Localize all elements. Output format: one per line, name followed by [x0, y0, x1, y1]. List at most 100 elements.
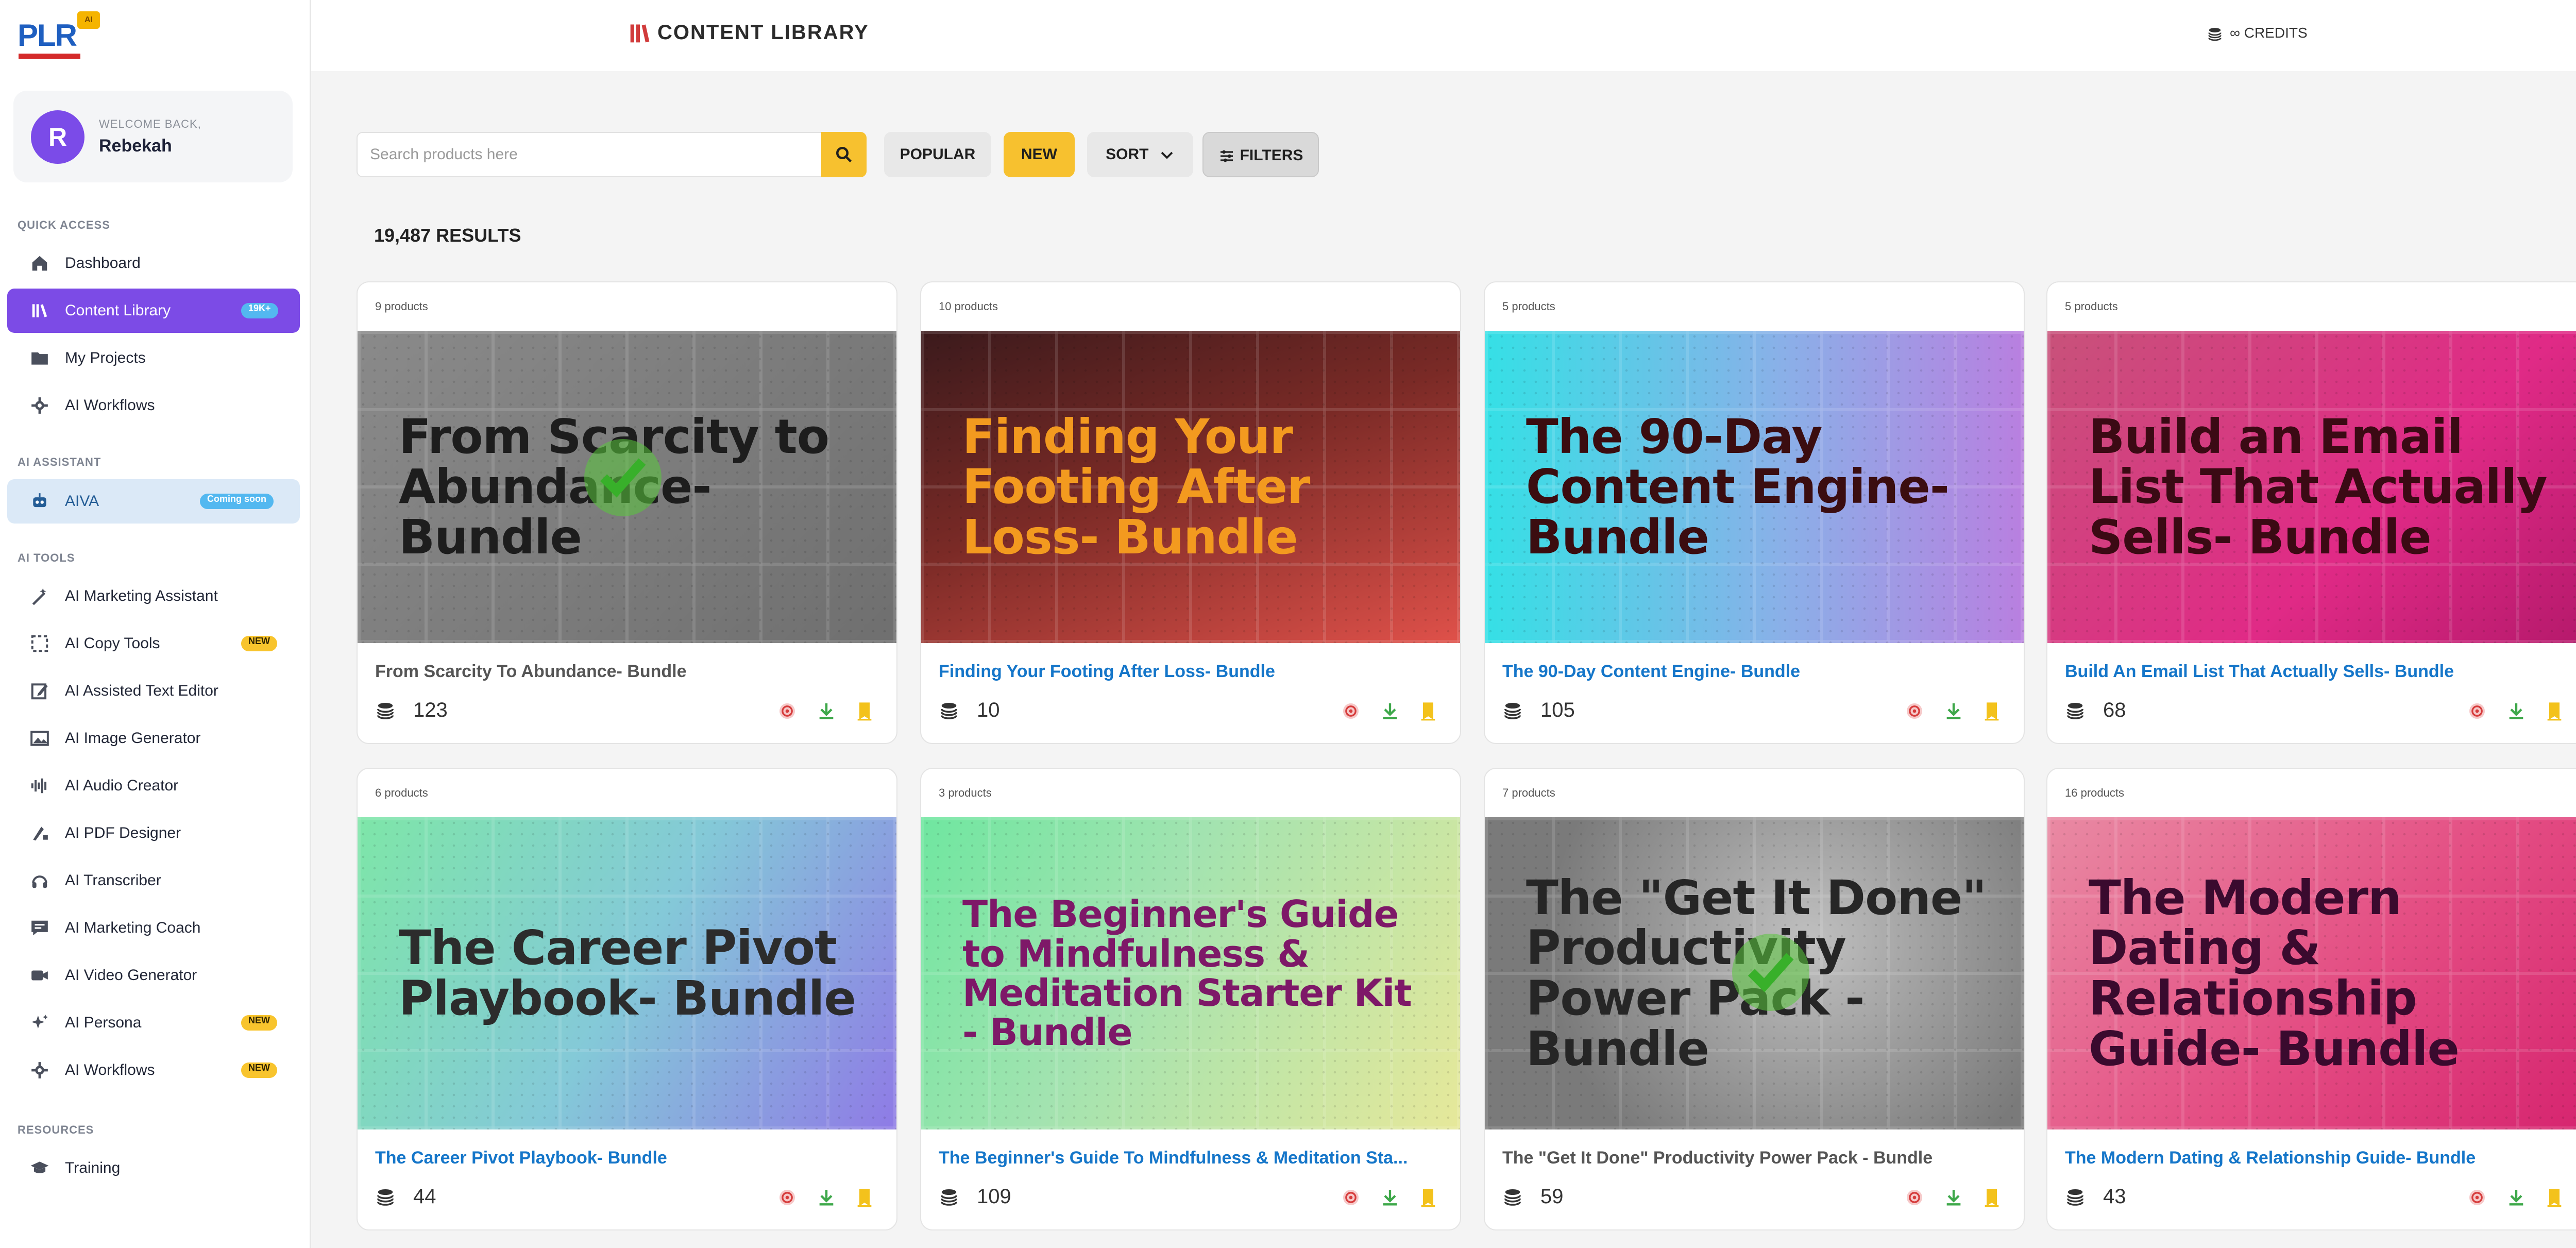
- ai-assist-icon[interactable]: [777, 1187, 798, 1208]
- bookmark-icon[interactable]: [1981, 1187, 2002, 1208]
- product-card[interactable]: 10 products Finding Your Footing After Lo…: [920, 281, 1461, 744]
- search-input[interactable]: [370, 133, 813, 176]
- sidebar-item-my-projects[interactable]: My Projects: [7, 336, 300, 380]
- bookmark-icon[interactable]: [854, 1187, 875, 1208]
- product-card[interactable]: 16 products The Modern Dating & Relations…: [2046, 768, 2576, 1230]
- sidebar-item-ai-persona[interactable]: AI Persona NEW: [7, 1001, 300, 1045]
- download-icon[interactable]: [1943, 701, 1964, 721]
- product-count: 16 products: [2065, 786, 2124, 799]
- section-ai-assistant: AI ASSISTANT: [18, 456, 101, 468]
- product-thumbnail[interactable]: The Beginner's Guide to Mindfulness & Me…: [921, 817, 1460, 1129]
- ai-assist-icon[interactable]: [1341, 701, 1361, 721]
- bookmark-icon[interactable]: [1418, 1187, 1438, 1208]
- plr-logo[interactable]: PLR AI: [18, 11, 100, 59]
- product-footer: 109: [939, 1185, 1444, 1208]
- sidebar-item-ai-assisted-text-editor[interactable]: AI Assisted Text Editor: [7, 669, 300, 713]
- product-thumbnail[interactable]: The Modern Dating & Relationship Guide- …: [2047, 817, 2576, 1129]
- filters-button[interactable]: FILTERS: [1202, 132, 1319, 177]
- user-card[interactable]: R WELCOME BACK, Rebekah: [13, 91, 293, 182]
- ai-assist-icon[interactable]: [2467, 701, 2487, 721]
- sidebar-item-training[interactable]: Training: [7, 1146, 300, 1190]
- sidebar-item-label: Dashboard: [65, 255, 141, 272]
- product-thumbnail[interactable]: From Scarcity to Abundance- Bundle: [358, 331, 896, 643]
- sidebar-item-ai-transcriber[interactable]: AI Transcriber: [7, 858, 300, 903]
- ai-assist-icon[interactable]: [1341, 1187, 1361, 1208]
- downloaded-check-icon: [584, 439, 662, 516]
- download-icon[interactable]: [2506, 701, 2527, 721]
- product-title[interactable]: From Scarcity To Abundance- Bundle: [375, 662, 870, 682]
- coming-soon-badge: Coming soon: [200, 494, 274, 509]
- download-icon[interactable]: [1943, 1187, 1964, 1208]
- product-thumbnail[interactable]: Build an Email List That Actually Sells-…: [2047, 331, 2576, 643]
- product-thumbnail[interactable]: Finding Your Footing After Loss- Bundle: [921, 331, 1460, 643]
- product-card[interactable]: 9 products From Scarcity to Abundance- Bu…: [357, 281, 897, 744]
- product-thumbnail[interactable]: The 90-Day Content Engine- Bundle: [1485, 331, 2024, 643]
- bookmark-icon[interactable]: [1418, 701, 1438, 721]
- sidebar-item-aiva[interactable]: AIVA Coming soon: [7, 479, 300, 524]
- sidebar-item-ai-workflows-tool[interactable]: AI Workflows NEW: [7, 1048, 300, 1092]
- sidebar-item-ai-video-generator[interactable]: AI Video Generator: [7, 953, 300, 998]
- sidebar-item-ai-marketing-assistant[interactable]: AI Marketing Assistant: [7, 574, 300, 618]
- ai-assist-icon[interactable]: [777, 701, 798, 721]
- product-count: 7 products: [1502, 786, 1555, 799]
- product-card[interactable]: 7 products The "Get It Done" Productivity…: [1484, 768, 2025, 1230]
- sidebar-item-content-library[interactable]: Content Library 19K+: [7, 289, 300, 333]
- sidebar-item-ai-image-generator[interactable]: AI Image Generator: [7, 716, 300, 761]
- sidebar-item-label: AI Video Generator: [65, 967, 197, 984]
- product-title[interactable]: Build An Email List That Actually Sells-…: [2065, 662, 2560, 682]
- download-icon[interactable]: [816, 701, 837, 721]
- new-badge: NEW: [241, 1015, 277, 1031]
- product-card[interactable]: 3 products The Beginner's Guide to Mindfu…: [920, 768, 1461, 1230]
- sidebar-item-ai-copy-tools[interactable]: AI Copy Tools NEW: [7, 621, 300, 666]
- user-name: Rebekah: [99, 136, 172, 156]
- product-count: 10 products: [939, 300, 998, 313]
- sidebar-item-label: AI Workflows: [65, 1061, 155, 1078]
- bookmark-icon[interactable]: [854, 701, 875, 721]
- sidebar-item-label: AI Workflows: [65, 397, 155, 414]
- credit-cost: 10: [977, 699, 1000, 721]
- bookmark-icon[interactable]: [2544, 701, 2565, 721]
- product-count: 3 products: [939, 786, 992, 799]
- credit-cost: 59: [1540, 1185, 1564, 1208]
- sidebar-item-ai-workflows[interactable]: AI Workflows: [7, 383, 300, 428]
- product-title[interactable]: The Beginner's Guide To Mindfulness & Me…: [939, 1148, 1433, 1168]
- product-title[interactable]: The "Get It Done" Productivity Power Pac…: [1502, 1148, 1997, 1168]
- product-card[interactable]: 5 products The 90-Day Content Engine- Bun…: [1484, 281, 2025, 744]
- product-count: 5 products: [2065, 300, 2118, 313]
- check-mark-icon: [1748, 953, 1794, 992]
- download-icon[interactable]: [2506, 1187, 2527, 1208]
- library-icon: [32, 304, 47, 317]
- bookmark-icon[interactable]: [2544, 1187, 2565, 1208]
- product-title[interactable]: Finding Your Footing After Loss- Bundle: [939, 662, 1433, 682]
- sidebar-item-ai-pdf-designer[interactable]: AI PDF Designer: [7, 811, 300, 855]
- credit-cost: 43: [2103, 1185, 2126, 1208]
- pdf-designer-icon: [33, 827, 48, 841]
- download-icon[interactable]: [1380, 701, 1400, 721]
- search-button[interactable]: [821, 132, 867, 177]
- ai-assist-icon[interactable]: [1904, 1187, 1925, 1208]
- sidebar-item-ai-audio-creator[interactable]: AI Audio Creator: [7, 764, 300, 808]
- product-title[interactable]: The Modern Dating & Relationship Guide- …: [2065, 1148, 2560, 1168]
- product-thumbnail[interactable]: The Career Pivot Playbook- Bundle: [358, 817, 896, 1129]
- popular-button[interactable]: POPULAR: [884, 132, 991, 177]
- sort-dropdown[interactable]: SORT: [1087, 132, 1193, 177]
- download-icon[interactable]: [816, 1187, 837, 1208]
- sidebar-item-ai-marketing-coach[interactable]: AI Marketing Coach: [7, 906, 300, 950]
- ai-assist-icon[interactable]: [2467, 1187, 2487, 1208]
- product-thumbnail[interactable]: The "Get It Done" Productivity Power Pac…: [1485, 817, 2024, 1129]
- new-filter-button[interactable]: NEW: [1004, 132, 1075, 177]
- sparkle-icon: [31, 1015, 48, 1029]
- product-card[interactable]: 5 products Build an Email List That Actua…: [2046, 281, 2576, 744]
- credits-display[interactable]: ∞ CREDITS: [2207, 23, 2308, 43]
- thumbnail-headline: The Beginner's Guide to Mindfulness & Me…: [962, 892, 1412, 1054]
- coins-icon: [941, 702, 957, 719]
- sidebar-item-label: AI PDF Designer: [65, 824, 181, 841]
- bookmark-icon[interactable]: [1981, 701, 2002, 721]
- product-title[interactable]: The 90-Day Content Engine- Bundle: [1502, 662, 1997, 682]
- product-title[interactable]: The Career Pivot Playbook- Bundle: [375, 1148, 870, 1168]
- sidebar-item-dashboard[interactable]: Dashboard: [7, 241, 300, 285]
- ai-assist-icon[interactable]: [1904, 701, 1925, 721]
- product-card[interactable]: 6 products The Career Pivot Playbook- Bun…: [357, 768, 897, 1230]
- download-icon[interactable]: [1380, 1187, 1400, 1208]
- books-icon: [630, 24, 650, 43]
